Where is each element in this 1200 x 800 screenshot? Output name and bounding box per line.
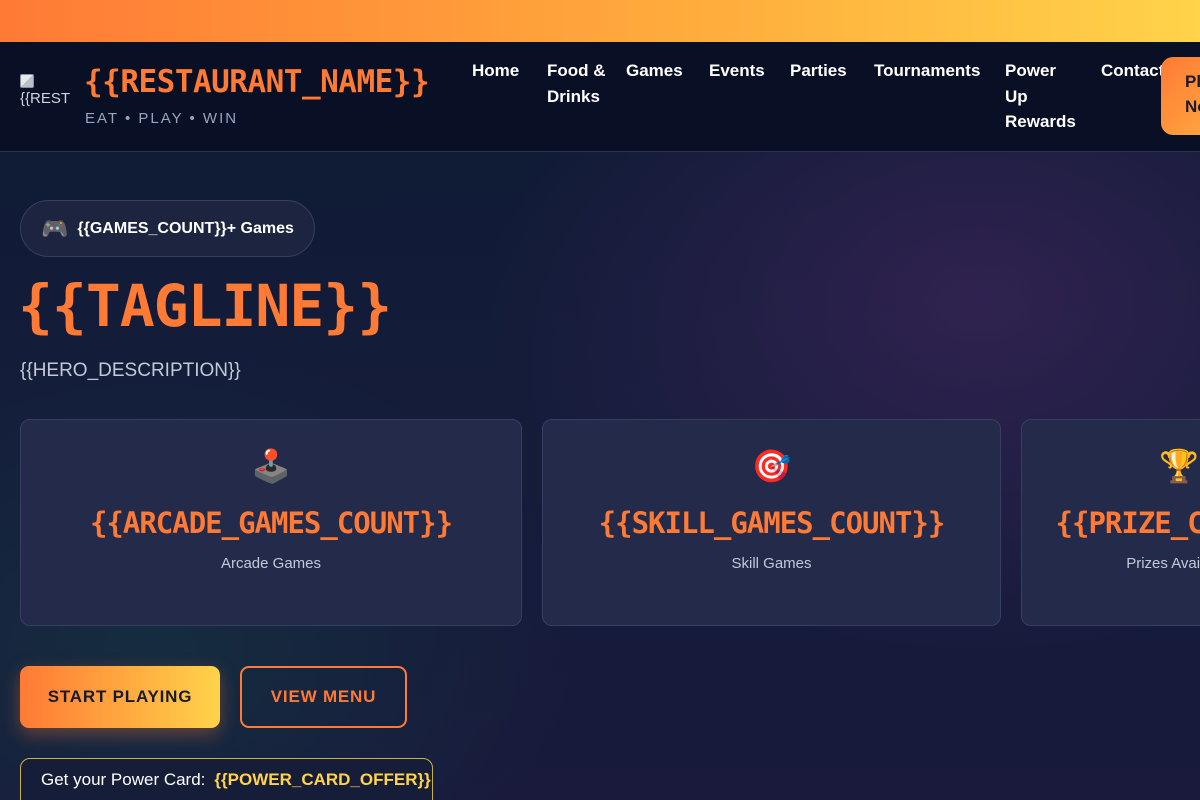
nav-link-parties[interactable]: Parties [790, 58, 860, 84]
stat-card-arcade: 🕹️ {{ARCADE_GAMES_COUNT}} Arcade Games [20, 419, 522, 626]
trophy-icon: 🏆 [1159, 448, 1199, 484]
start-playing-button[interactable]: START PLAYING [20, 666, 220, 728]
offer-label: Get your Power Card: [41, 770, 206, 789]
restaurant-name[interactable]: {{RESTAURANT_NAME}} [84, 64, 430, 100]
play-now-button[interactable]: Play Now [1161, 57, 1200, 135]
offer-value: {{POWER_CARD_OFFER}} [214, 770, 431, 789]
games-count-badge: 🎮 {{GAMES_COUNT}}+ Games [20, 200, 315, 257]
joystick-icon: 🕹️ [251, 448, 291, 484]
nav-link-food-drinks[interactable]: Food & Drinks [547, 58, 609, 109]
nav-link-power-up-rewards[interactable]: Power Up Rewards [1005, 58, 1080, 135]
games-count-label: {{GAMES_COUNT}}+ Games [77, 219, 294, 237]
nav-link-tournaments[interactable]: Tournaments [874, 58, 992, 84]
nav-link-home[interactable]: Home [472, 58, 532, 84]
stat-card-prizes: 🏆 {{PRIZE_COUNT}} Prizes Available [1021, 419, 1200, 626]
target-icon: 🎯 [751, 448, 792, 484]
nav-link-games[interactable]: Games [626, 58, 696, 84]
stat-label: Arcade Games [220, 555, 322, 572]
broken-image-icon [20, 74, 34, 89]
logo-image[interactable]: {{REST [20, 72, 70, 112]
hero-description: {{HERO_DESCRIPTION}} [20, 360, 241, 381]
stat-label: Skill Games [731, 555, 812, 572]
top-accent-bar [0, 0, 1200, 42]
video-game-controller-icon: 🎮 [41, 215, 69, 241]
power-card-offer: Get your Power Card: {{POWER_CARD_OFFER}… [20, 758, 433, 800]
nav-link-events[interactable]: Events [709, 58, 779, 84]
page: {{REST {{RESTAURANT_NAME}} EAT • PLAY • … [0, 0, 1200, 800]
hero-title: {{TAGLINE}} [18, 272, 392, 340]
stat-card-skill: 🎯 {{SKILL_GAMES_COUNT}} Skill Games [542, 419, 1001, 626]
stat-value: {{SKILL_GAMES_COUNT}} [598, 506, 946, 540]
stat-value: {{PRIZE_COUNT}} [1055, 506, 1200, 540]
stat-label: Prizes Available [1126, 555, 1200, 572]
stat-value: {{ARCADE_GAMES_COUNT}} [89, 506, 453, 540]
navbar: {{REST {{RESTAURANT_NAME}} EAT • PLAY • … [0, 42, 1200, 152]
logo-alt-text: {{REST [20, 90, 70, 107]
view-menu-button[interactable]: VIEW MENU [240, 666, 407, 728]
brand-tagline: EAT • PLAY • WIN [85, 110, 239, 127]
